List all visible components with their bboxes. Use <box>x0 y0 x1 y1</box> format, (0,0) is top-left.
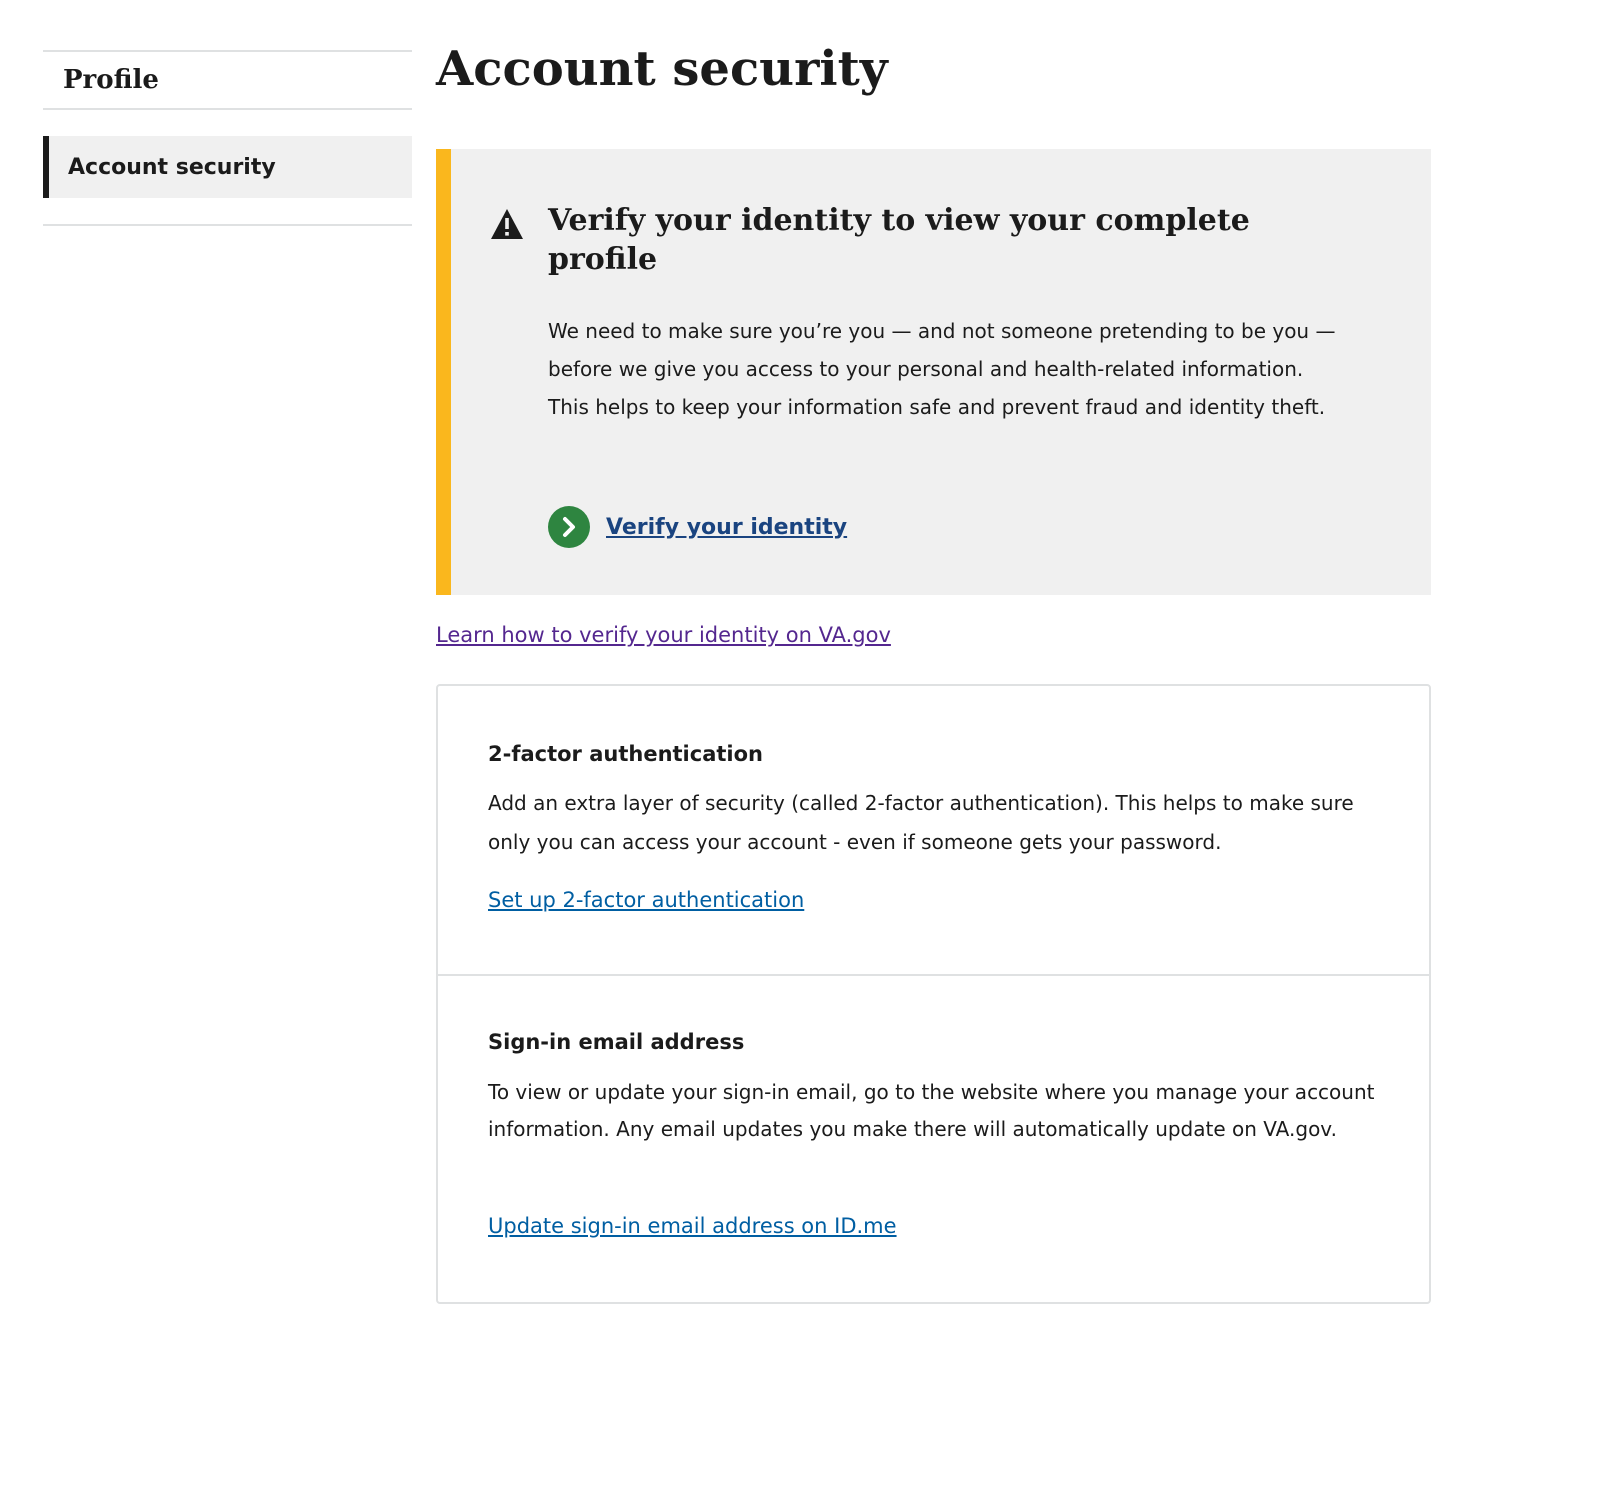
update-sign-in-email-link[interactable]: Update sign-in email address on ID.me <box>488 1214 897 1238</box>
profile-sidebar: Profile Account security <box>43 50 412 226</box>
sidebar-item-account-security[interactable]: Account security <box>43 136 412 198</box>
verify-identity-label: Verify your identity <box>606 514 848 540</box>
main-content: Account security Verify your identity to… <box>436 40 1431 1304</box>
sign-in-email-title: Sign-in email address <box>488 1030 745 1054</box>
sign-in-email-description: To view or update your sign-in email, go… <box>488 1080 1375 1141</box>
warning-icon <box>491 209 523 239</box>
verify-identity-link[interactable]: Verify your identity <box>548 506 847 548</box>
two-factor-description: Add an extra layer of security (called 2… <box>488 791 1354 854</box>
learn-verify-identity-link[interactable]: Learn how to verify your identity on VA.… <box>436 623 891 647</box>
two-factor-section: 2-factor authentication Add an extra lay… <box>438 686 1429 976</box>
chevron-right-circle-icon <box>548 506 590 548</box>
alert-heading: Verify your identity to view your comple… <box>548 203 1250 277</box>
sign-in-email-section: Sign-in email address To view or update … <box>438 976 1429 1302</box>
page-title: Account security <box>436 41 888 97</box>
sidebar-heading: Profile <box>43 50 412 110</box>
verify-identity-alert: Verify your identity to view your comple… <box>436 149 1431 595</box>
setup-two-factor-link[interactable]: Set up 2-factor authentication <box>488 888 804 912</box>
alert-body-text: We need to make sure you’re you — and no… <box>548 319 1336 419</box>
two-factor-title: 2-factor authentication <box>488 742 763 766</box>
security-settings-card: 2-factor authentication Add an extra lay… <box>436 684 1431 1304</box>
sidebar-divider <box>43 224 412 226</box>
